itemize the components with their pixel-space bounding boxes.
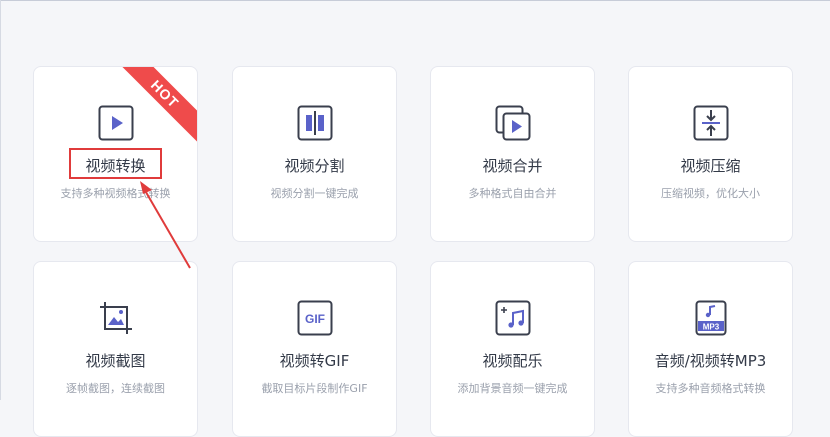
annotation-highlight-box xyxy=(69,148,162,179)
tool-card-video-to-gif[interactable]: GIF 视频转GIF 截取目标片段制作GIF xyxy=(232,261,397,437)
card-title: 视频分割 xyxy=(284,157,345,175)
window-left-border xyxy=(0,0,1,400)
music-add-icon xyxy=(495,300,531,336)
card-title: 视频转GIF xyxy=(279,352,350,370)
video-play-icon xyxy=(98,105,134,141)
gif-icon: GIF xyxy=(297,300,333,336)
card-description: 添加背景音频一键完成 xyxy=(457,382,568,395)
tool-card-video-compress[interactable]: 视频压缩 压缩视频，优化大小 xyxy=(628,66,793,242)
card-title: 视频截图 xyxy=(85,352,146,370)
card-description: 视频分割一键完成 xyxy=(270,187,359,200)
card-description: 逐帧截图，连续截图 xyxy=(66,382,165,395)
window-top-border xyxy=(0,0,830,1)
svg-text:GIF: GIF xyxy=(305,312,325,326)
tool-card-video-screenshot[interactable]: 视频截图 逐帧截图，连续截图 xyxy=(33,261,198,437)
tool-card-video-split[interactable]: 视频分割 视频分割一键完成 xyxy=(232,66,397,242)
svg-text:MP3: MP3 xyxy=(703,323,720,332)
card-description: 压缩视频，优化大小 xyxy=(661,187,760,200)
tool-card-video-merge[interactable]: 视频合并 多种格式自由合并 xyxy=(430,66,595,242)
screenshot-icon xyxy=(98,300,134,336)
card-title: 视频配乐 xyxy=(482,352,543,370)
compress-icon xyxy=(693,105,729,141)
split-icon xyxy=(297,105,333,141)
merge-icon xyxy=(495,105,531,141)
card-title: 音频/视频转MP3 xyxy=(654,352,767,370)
card-description: 支持多种视频格式转换 xyxy=(60,187,171,200)
mp3-icon: MP3 xyxy=(693,300,729,336)
card-title: 视频合并 xyxy=(482,157,543,175)
card-description: 多种格式自由合并 xyxy=(468,187,557,200)
card-description: 支持多种音频格式转换 xyxy=(655,382,766,395)
card-description: 截取目标片段制作GIF xyxy=(261,382,368,395)
tool-card-audio-video-to-mp3[interactable]: MP3 音频/视频转MP3 支持多种音频格式转换 xyxy=(628,261,793,437)
card-title: 视频压缩 xyxy=(680,157,741,175)
tool-card-video-soundtrack[interactable]: 视频配乐 添加背景音频一键完成 xyxy=(430,261,595,437)
